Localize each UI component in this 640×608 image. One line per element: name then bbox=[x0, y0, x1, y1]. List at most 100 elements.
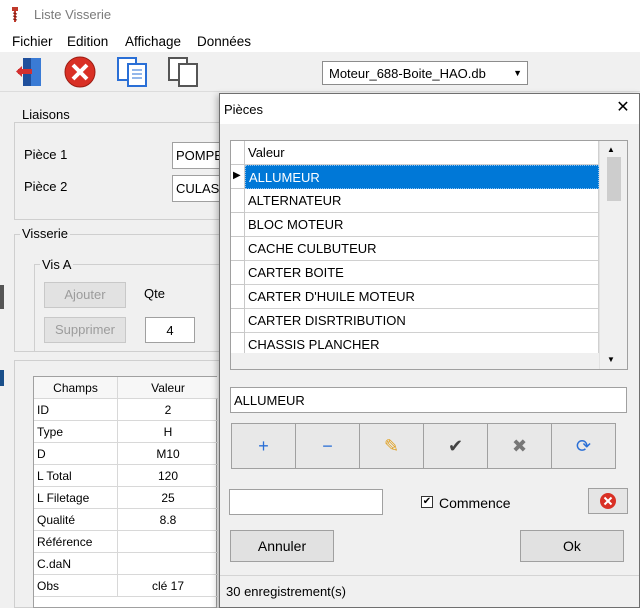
grid-header: Valeur bbox=[231, 141, 599, 165]
ok-button[interactable]: Ok bbox=[520, 530, 624, 562]
piece-name: BLOC MOTEUR bbox=[245, 213, 599, 237]
pieces-grid: Valeur ▶ ALLUMEUR ALTERNATEUR BLOC MOTEUR CA… bbox=[230, 140, 628, 370]
record-toolbar: + − ✎ ✔ ✖ ⟳ bbox=[231, 423, 617, 469]
field-name: Qualité bbox=[34, 509, 118, 531]
row-selector[interactable] bbox=[231, 285, 245, 309]
refresh-glyph: ⟳ bbox=[575, 435, 592, 456]
scroll-thumb[interactable] bbox=[607, 157, 621, 201]
list-item[interactable]: BLOC MOTEUR bbox=[231, 213, 599, 237]
check-glyph: ✔ bbox=[447, 435, 464, 456]
piece1-label: Pièce 1 bbox=[24, 147, 68, 162]
piece1-field[interactable]: POMPE bbox=[172, 142, 224, 169]
table-row[interactable]: D M10 bbox=[34, 443, 218, 465]
check-icon[interactable]: ✔ bbox=[423, 423, 488, 469]
dialog-title: Pièces bbox=[224, 102, 264, 117]
row-selector[interactable]: ▶ bbox=[231, 165, 245, 189]
table-row[interactable]: Référence bbox=[34, 531, 218, 553]
piece-name: ALLUMEUR bbox=[245, 165, 599, 189]
table-row[interactable]: ID 2 bbox=[34, 399, 218, 421]
status-bar: 30 enregistrement(s) bbox=[220, 575, 639, 607]
main-titlebar: Liste Visserie bbox=[0, 0, 640, 30]
list-item[interactable]: CARTER DISRTRIBUTION bbox=[231, 309, 599, 333]
database-select-value: Moteur_688-Boite_HAO.db bbox=[329, 66, 486, 81]
horizontal-scrollbar[interactable] bbox=[231, 353, 599, 369]
pencil-glyph: ✎ bbox=[383, 435, 400, 456]
piece-name: CACHE CULBUTEUR bbox=[245, 237, 599, 261]
table-row[interactable]: C.daN bbox=[34, 553, 218, 575]
menu-fichier[interactable]: Fichier bbox=[12, 34, 53, 49]
field-name: ID bbox=[34, 399, 118, 421]
refresh-icon[interactable]: ⟳ bbox=[551, 423, 616, 469]
qty-label: Qte bbox=[144, 286, 165, 301]
menu-affichage[interactable]: Affichage bbox=[125, 34, 181, 49]
selected-value-field[interactable]: ALLUMEUR bbox=[230, 387, 627, 413]
minus-glyph: − bbox=[322, 435, 333, 456]
list-item[interactable]: ▶ ALLUMEUR bbox=[231, 165, 599, 189]
add-button[interactable]: Ajouter bbox=[44, 282, 126, 308]
plus-icon[interactable]: + bbox=[231, 423, 296, 469]
details-table: Champs Valeur ID 2 Type H D M10 L Total 120 L Fi… bbox=[33, 376, 218, 608]
list-item[interactable]: CARTER D'HUILE MOTEUR bbox=[231, 285, 599, 309]
table-row[interactable]: Qualité 8.8 bbox=[34, 509, 218, 531]
record-count: 30 enregistrement(s) bbox=[226, 584, 346, 599]
liaisons-label: Liaisons bbox=[20, 107, 72, 122]
row-selector[interactable] bbox=[231, 213, 245, 237]
row-selector[interactable] bbox=[231, 189, 245, 213]
qty-field[interactable]: 4 bbox=[145, 317, 195, 343]
piece-name: CARTER D'HUILE MOTEUR bbox=[245, 285, 599, 309]
visserie-label: Visserie bbox=[20, 226, 71, 241]
cross-icon[interactable]: ✖ bbox=[487, 423, 552, 469]
pencil-icon[interactable]: ✎ bbox=[359, 423, 424, 469]
scroll-down-icon[interactable]: ▼ bbox=[607, 355, 615, 364]
commence-label: Commence bbox=[439, 495, 511, 511]
vis-a-label: Vis A bbox=[40, 257, 74, 272]
scroll-up-icon[interactable]: ▲ bbox=[607, 145, 615, 154]
row-selector[interactable] bbox=[231, 309, 245, 333]
field-value bbox=[118, 553, 218, 575]
list-item[interactable]: ALTERNATEUR bbox=[231, 189, 599, 213]
table-row[interactable]: Type H bbox=[34, 421, 218, 443]
list-item[interactable]: CARTER BOITE bbox=[231, 261, 599, 285]
table-row[interactable]: L Total 120 bbox=[34, 465, 218, 487]
window-title: Liste Visserie bbox=[34, 7, 112, 22]
column-valeur[interactable]: Valeur bbox=[245, 141, 599, 165]
close-icon[interactable]: ✕ bbox=[613, 99, 633, 119]
liaisons-group bbox=[14, 122, 224, 220]
chevron-down-icon: ▼ bbox=[513, 68, 522, 78]
row-selector[interactable] bbox=[231, 237, 245, 261]
field-value: clé 17 bbox=[151, 579, 185, 593]
panel-edge bbox=[0, 285, 4, 309]
exit-door-icon[interactable] bbox=[14, 55, 50, 89]
search-input[interactable] bbox=[229, 489, 383, 515]
field-name: Obs bbox=[34, 575, 118, 597]
menu-edition[interactable]: Edition bbox=[67, 34, 108, 49]
close-red-icon bbox=[600, 493, 616, 509]
field-value: 2 bbox=[164, 403, 172, 417]
table-row[interactable]: Obs clé 17 bbox=[34, 575, 218, 597]
minus-icon[interactable]: − bbox=[295, 423, 360, 469]
copy-icon[interactable] bbox=[115, 55, 151, 89]
field-value: H bbox=[163, 425, 173, 439]
commence-checkbox[interactable]: ✔ bbox=[421, 496, 433, 508]
vertical-scrollbar[interactable]: ▲ ▼ bbox=[599, 141, 627, 369]
close-red-icon[interactable] bbox=[62, 55, 98, 89]
dialog-titlebar: Pièces ✕ bbox=[220, 94, 639, 124]
cancel-button[interactable]: Annuler bbox=[230, 530, 334, 562]
menu-donnees[interactable]: Données bbox=[197, 34, 251, 49]
field-name: Type bbox=[34, 421, 118, 443]
table-row[interactable]: L Filetage 25 bbox=[34, 487, 218, 509]
screw-icon bbox=[12, 7, 18, 22]
list-item[interactable]: CACHE CULBUTEUR bbox=[231, 237, 599, 261]
piece2-field[interactable]: CULASS bbox=[172, 175, 224, 202]
piece-name: ALTERNATEUR bbox=[245, 189, 599, 213]
remove-button[interactable]: Supprimer bbox=[44, 317, 126, 343]
duplicate-icon[interactable] bbox=[166, 55, 202, 89]
database-select[interactable]: Moteur_688-Boite_HAO.db ▼ bbox=[322, 61, 528, 85]
field-name: Référence bbox=[34, 531, 118, 553]
pieces-dialog: Pièces ✕ Valeur ▶ ALLUMEUR ALTERNATEUR BLOC… bbox=[219, 93, 640, 608]
clear-search-button[interactable] bbox=[588, 488, 628, 514]
piece-name: CARTER BOITE bbox=[245, 261, 599, 285]
header-valeur: Valeur bbox=[151, 381, 185, 395]
cross-glyph: ✖ bbox=[511, 435, 528, 456]
row-selector[interactable] bbox=[231, 261, 245, 285]
